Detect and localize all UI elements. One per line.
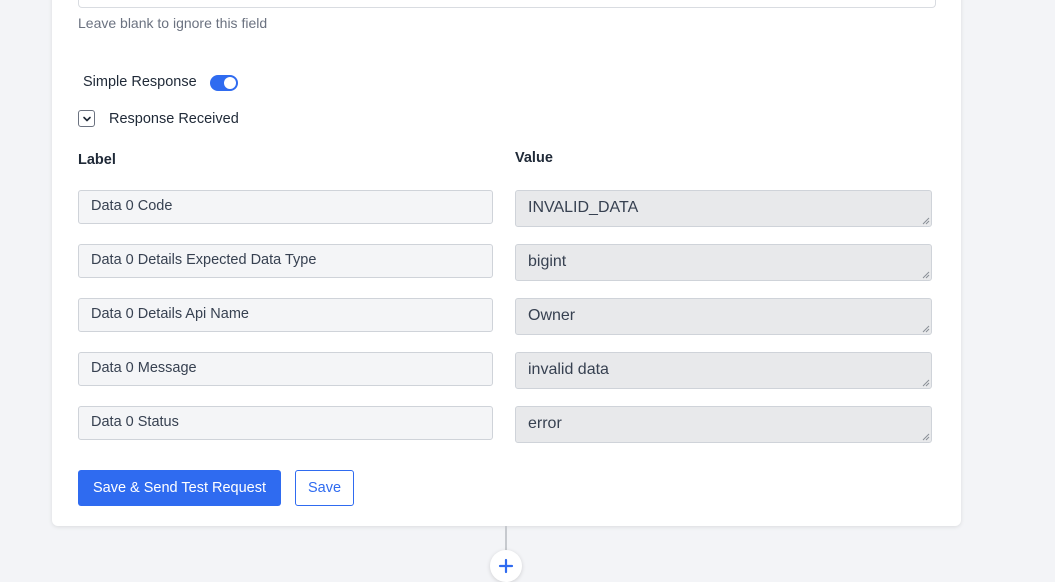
- value-column-header: Value: [515, 150, 553, 166]
- label-field[interactable]: Data 0 Details Api Name: [78, 298, 493, 332]
- resize-handle-icon[interactable]: [922, 379, 930, 387]
- resize-handle-icon[interactable]: [922, 433, 930, 441]
- value-text: INVALID_DATA: [528, 199, 639, 216]
- label-field[interactable]: Data 0 Code: [78, 190, 493, 224]
- resize-handle-icon[interactable]: [922, 271, 930, 279]
- value-text: bigint: [528, 253, 567, 270]
- value-field[interactable]: error: [515, 406, 932, 443]
- value-text: invalid data: [528, 361, 609, 378]
- value-text: Owner: [528, 307, 576, 324]
- value-field[interactable]: Owner: [515, 298, 932, 335]
- toggle-knob: [223, 77, 236, 89]
- text-field[interactable]: [78, 0, 936, 8]
- response-received-label: Response Received: [109, 110, 239, 127]
- label-field[interactable]: Data 0 Status: [78, 406, 493, 440]
- save-button[interactable]: Save: [295, 470, 354, 506]
- simple-response-toggle[interactable]: [209, 75, 238, 91]
- value-field[interactable]: invalid data: [515, 352, 932, 389]
- label-column-header: Label: [78, 152, 116, 168]
- save-and-send-test-request-button[interactable]: Save & Send Test Request: [78, 470, 281, 506]
- chevron-down-icon[interactable]: [78, 110, 95, 127]
- label-field[interactable]: Data 0 Details Expected Data Type: [78, 244, 493, 278]
- flow-connector-line: [505, 526, 507, 552]
- label-field[interactable]: Data 0 Message: [78, 352, 493, 386]
- simple-response-row: Simple Response: [83, 72, 238, 91]
- plus-icon: [498, 558, 514, 574]
- resize-handle-icon[interactable]: [922, 325, 930, 333]
- simple-response-label: Simple Response: [83, 73, 197, 90]
- field-hint: Leave blank to ignore this field: [78, 15, 268, 31]
- response-received-row[interactable]: Response Received: [78, 110, 239, 127]
- value-field[interactable]: bigint: [515, 244, 932, 281]
- value-text: error: [528, 415, 562, 432]
- response-card: Leave blank to ignore this field Simple …: [52, 0, 961, 526]
- resize-handle-icon[interactable]: [922, 217, 930, 225]
- value-field[interactable]: INVALID_DATA: [515, 190, 932, 227]
- add-step-button[interactable]: [490, 550, 522, 582]
